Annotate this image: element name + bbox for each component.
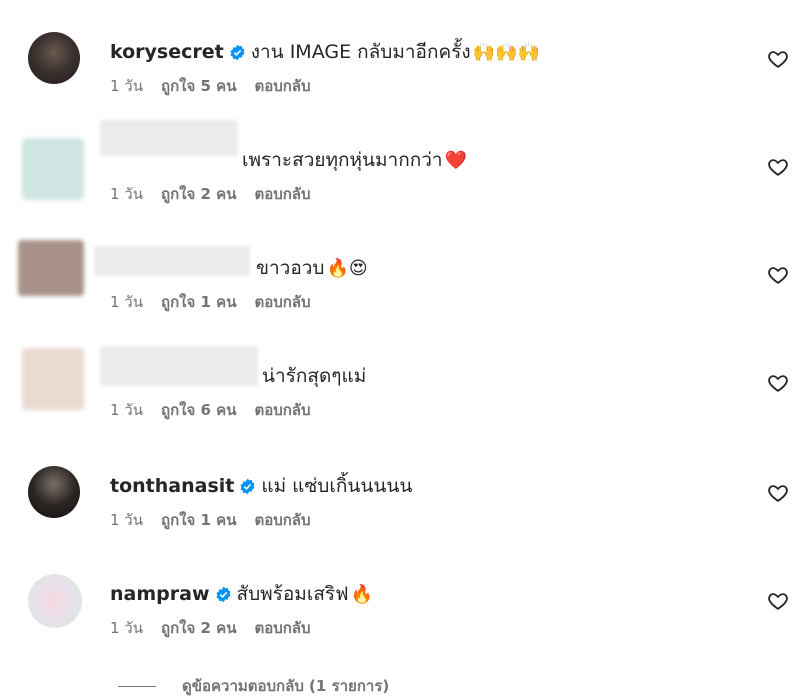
reply-button[interactable]: ตอบกลับ [254, 616, 310, 640]
like-count[interactable]: ถูกใจ 1 คน [161, 290, 236, 314]
comment-line: น่ารักสุดๆแม่ [262, 364, 366, 388]
view-replies-button[interactable]: ดูข้อความตอบกลับ (1 รายการ) [118, 674, 389, 698]
verified-badge-icon [230, 44, 245, 60]
reply-button[interactable]: ตอบกลับ [254, 398, 310, 422]
like-count[interactable]: ถูกใจ 6 คน [161, 398, 236, 422]
timestamp[interactable]: 1 วัน [110, 290, 143, 314]
comment-meta: 1 วัน ถูกใจ 5 คน ตอบกลับ [110, 74, 311, 98]
comment-meta: 1 วัน ถูกใจ 2 คน ตอบกลับ [110, 182, 311, 206]
comment-text: เพราะสวยทุกหุ่นมากกว่า [242, 149, 443, 171]
blurred-avatar[interactable] [18, 240, 84, 296]
comment-line: tonthanasit แม่ แซ่บเกิ้นนนนน [110, 474, 412, 498]
reply-button[interactable]: ตอบกลับ [254, 508, 310, 532]
timestamp[interactable]: 1 วัน [110, 74, 143, 98]
comment-text: แม่ แซ่บเกิ้นนนนน [261, 475, 413, 497]
timestamp[interactable]: 1 วัน [110, 398, 143, 422]
comment-line: korysecret งาน IMAGE กลับมาอีกครั้ง 🙌🙌🙌 [110, 40, 540, 64]
comment-text: งาน IMAGE กลับมาอีกครั้ง [250, 41, 471, 63]
username[interactable]: korysecret [110, 41, 224, 63]
comment-meta: 1 วัน ถูกใจ 1 คน ตอบกลับ [110, 508, 311, 532]
heart-outline-icon[interactable] [767, 48, 789, 70]
heart-outline-icon[interactable] [767, 156, 789, 178]
comment-line: ขาวอวบ 🔥😍 [256, 256, 368, 280]
comment-line: เพราะสวยทุกหุ่นมากกว่า ❤️ [242, 148, 467, 172]
comment-item: เพราะสวยทุกหุ่นมากกว่า ❤️ 1 วัน ถูกใจ 2 … [0, 120, 800, 246]
comment-meta: 1 วัน ถูกใจ 2 คน ตอบกลับ [110, 616, 311, 640]
emoji: 🔥😍 [326, 257, 368, 279]
emoji: 🔥 [350, 583, 373, 605]
verified-badge-icon [215, 586, 231, 602]
comment-item: ขาวอวบ 🔥😍 1 วัน ถูกใจ 1 คน ตอบกลับ [0, 240, 800, 354]
like-count[interactable]: ถูกใจ 2 คน [161, 182, 236, 206]
timestamp[interactable]: 1 วัน [110, 508, 143, 532]
blurred-username [100, 120, 238, 156]
reply-button[interactable]: ตอบกลับ [254, 290, 310, 314]
verified-badge-icon [240, 478, 255, 494]
like-count[interactable]: ถูกใจ 1 คน [161, 508, 236, 532]
view-replies-label: ดูข้อความตอบกลับ (1 รายการ) [182, 677, 390, 695]
comment-text: น่ารักสุดๆแม่ [262, 365, 367, 387]
heart-outline-icon[interactable] [767, 590, 789, 612]
comment-meta: 1 วัน ถูกใจ 6 คน ตอบกลับ [110, 398, 311, 422]
comment-meta: 1 วัน ถูกใจ 1 คน ตอบกลับ [110, 290, 311, 314]
comment-text: ขาวอวบ [256, 257, 325, 279]
avatar[interactable] [28, 32, 80, 84]
avatar[interactable] [28, 574, 82, 628]
comment-item: น่ารักสุดๆแม่ 1 วัน ถูกใจ 6 คน ตอบกลับ [0, 346, 800, 462]
emoji: ❤️ [444, 149, 467, 171]
reply-button[interactable]: ตอบกลับ [254, 182, 310, 206]
like-count[interactable]: ถูกใจ 2 คน [161, 616, 236, 640]
username[interactable]: tonthanasit [110, 475, 234, 497]
blurred-username [94, 246, 250, 276]
username[interactable]: nampraw [110, 583, 210, 605]
blurred-avatar[interactable] [22, 138, 84, 200]
comment-item: tonthanasit แม่ แซ่บเกิ้นนนนน 1 วัน ถูกใ… [0, 464, 800, 572]
divider [118, 685, 156, 687]
heart-outline-icon[interactable] [767, 264, 789, 286]
comment-text: สับพร้อมเสริฟ [236, 583, 349, 605]
blurred-username [100, 346, 258, 386]
reply-button[interactable]: ตอบกลับ [254, 74, 310, 98]
heart-outline-icon[interactable] [767, 372, 789, 394]
timestamp[interactable]: 1 วัน [110, 616, 143, 640]
like-count[interactable]: ถูกใจ 5 คน [161, 74, 236, 98]
comment-line: nampraw สับพร้อมเสริฟ 🔥 [110, 582, 373, 606]
heart-outline-icon[interactable] [767, 482, 789, 504]
avatar[interactable] [28, 466, 80, 518]
emoji: 🙌🙌🙌 [472, 41, 540, 63]
blurred-avatar[interactable] [22, 348, 84, 410]
comment-item: nampraw สับพร้อมเสริฟ 🔥 1 วัน ถูกใจ 2 คน… [0, 572, 800, 680]
timestamp[interactable]: 1 วัน [110, 182, 143, 206]
